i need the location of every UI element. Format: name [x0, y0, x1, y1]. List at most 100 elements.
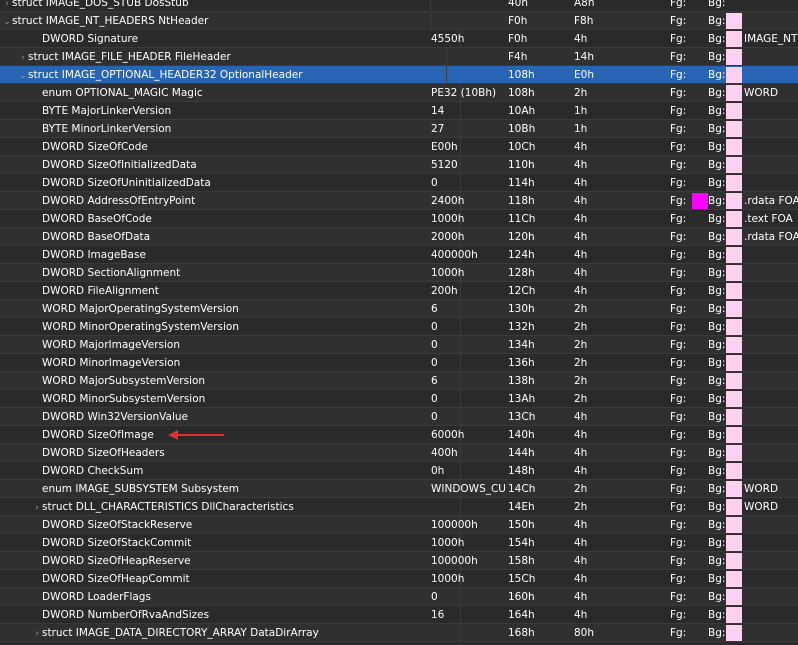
table-row[interactable]: WORD MinorSubsystemVersion 0 13Ah 2h Fg: Bg:: [0, 390, 798, 408]
field-name: DWORD Signature: [42, 33, 139, 45]
table-row[interactable]: WORD MajorSubsystemVersion 6 138h 2h Fg: Bg:: [0, 372, 798, 390]
table-row[interactable]: DWORD NumberOfRvaAndSizes 16 164h 4h Fg: Bg:: [0, 606, 798, 624]
bg-color-swatch[interactable]: [726, 283, 742, 299]
bg-color-swatch[interactable]: [726, 625, 742, 641]
chevron-right-icon[interactable]: ›: [32, 625, 42, 642]
start-cell: 14Eh: [508, 501, 535, 513]
chevron-down-icon[interactable]: ⌄: [18, 67, 28, 84]
bg-color-swatch[interactable]: [726, 49, 742, 65]
table-row[interactable]: DWORD SectionAlignment 1000h 128h 4h Fg: Bg:: [0, 264, 798, 282]
bg-color-swatch[interactable]: [726, 319, 742, 335]
bg-color-swatch[interactable]: [726, 13, 742, 29]
bg-color-swatch[interactable]: [726, 463, 742, 479]
chevron-right-icon[interactable]: ›: [2, 0, 12, 12]
bg-color-swatch[interactable]: [726, 175, 742, 191]
bg-color-swatch[interactable]: [726, 481, 742, 497]
bg-color-swatch[interactable]: [726, 157, 742, 173]
size-cell: 2h: [574, 339, 588, 351]
table-row[interactable]: DWORD Signature 4550h F0h 4h Fg: Bg: IMAGE_NT: [0, 30, 798, 48]
start-cell: 12Ch: [508, 285, 536, 297]
fg-color-swatch[interactable]: [692, 193, 708, 209]
table-row[interactable]: DWORD SizeOfCode E00h 10Ch 4h Fg: Bg:: [0, 138, 798, 156]
table-row[interactable]: DWORD SizeOfStackCommit 1000h 154h 4h Fg: Bg:: [0, 534, 798, 552]
fg-label: Fg:: [670, 483, 687, 495]
bg-label: Bg:: [708, 105, 726, 117]
table-row[interactable]: › struct IMAGE_DOS_STUB DosStub 40h A8h Fg: B…: [0, 0, 798, 12]
table-row[interactable]: DWORD SizeOfInitializedData 5120 110h 4h Fg:…: [0, 156, 798, 174]
size-cell: 4h: [574, 141, 588, 153]
bg-color-swatch[interactable]: [726, 265, 742, 281]
bg-color-swatch[interactable]: [726, 85, 742, 101]
bg-color-swatch[interactable]: [726, 373, 742, 389]
color-cell: Fg: Bg:: [670, 462, 798, 480]
field-name: DWORD ImageBase: [42, 249, 146, 261]
bg-color-swatch[interactable]: [726, 67, 742, 83]
table-row[interactable]: ⌄struct IMAGE_OPTIONAL_HEADER32 Optional…: [0, 66, 798, 84]
color-cell: Fg: Bg: .text FOA: [670, 210, 798, 228]
table-row[interactable]: DWORD SizeOfHeapCommit 1000h 15Ch 4h Fg: Bg:: [0, 570, 798, 588]
bg-color-swatch[interactable]: [726, 445, 742, 461]
bg-color-swatch[interactable]: [726, 229, 742, 245]
name-cell: DWORD Win32VersionValue: [0, 408, 461, 426]
bg-color-swatch[interactable]: [726, 409, 742, 425]
bg-color-swatch[interactable]: [726, 427, 742, 443]
bg-color-swatch[interactable]: [726, 355, 742, 371]
bg-color-swatch[interactable]: [726, 247, 742, 263]
chevron-down-icon[interactable]: ⌄: [2, 13, 12, 30]
table-row[interactable]: WORD MinorOperatingSystemVersion 0 132h 2h F…: [0, 318, 798, 336]
fg-label: Fg:: [670, 321, 687, 333]
table-row[interactable]: WORD MajorImageVersion 0 134h 2h Fg: Bg:: [0, 336, 798, 354]
table-row[interactable]: BYTE MinorLinkerVersion 27 10Bh 1h Fg: Bg:: [0, 120, 798, 138]
name-cell: DWORD AddressOfEntryPoint: [0, 192, 461, 210]
table-row[interactable]: DWORD AddressOfEntryPoint 2400h 118h 4h Fg: B…: [0, 192, 798, 210]
table-row[interactable]: enum IMAGE_SUBSYSTEM Subsystem WINDOWS_CU…: [0, 480, 798, 498]
bg-color-swatch[interactable]: [726, 499, 742, 515]
table-row[interactable]: DWORD ImageBase 400000h 124h 4h Fg: Bg:: [0, 246, 798, 264]
bg-color-swatch[interactable]: [726, 391, 742, 407]
chevron-right-icon[interactable]: ›: [32, 499, 42, 516]
table-row[interactable]: › struct IMAGE_DATA_DIRECTORY_ARRAY DataD…: [0, 624, 798, 642]
table-row[interactable]: WORD MajorOperatingSystemVersion 6 130h 2h F…: [0, 300, 798, 318]
table-row[interactable]: DWORD LoaderFlags 0 160h 4h Fg: Bg:: [0, 588, 798, 606]
bg-color-swatch[interactable]: [726, 535, 742, 551]
table-row[interactable]: DWORD BaseOfCode 1000h 11Ch 4h Fg: Bg: .text F…: [0, 210, 798, 228]
value-cell: 400h: [431, 447, 458, 459]
annotation-arrow-head: [168, 430, 178, 440]
bg-color-swatch[interactable]: [726, 121, 742, 137]
table-row[interactable]: DWORD BaseOfData 2000h 120h 4h Fg: Bg: .rdata …: [0, 228, 798, 246]
table-row[interactable]: DWORD Win32VersionValue 0 13Ch 4h Fg: Bg:: [0, 408, 798, 426]
bg-color-swatch[interactable]: [726, 193, 742, 209]
fg-label: Fg:: [670, 105, 687, 117]
table-row[interactable]: DWORD SizeOfImage 6000h 140h 4h Fg: Bg:: [0, 426, 798, 444]
bg-color-swatch[interactable]: [726, 607, 742, 623]
bg-color-swatch[interactable]: [726, 337, 742, 353]
bg-color-swatch[interactable]: [726, 139, 742, 155]
chevron-right-icon[interactable]: ›: [18, 49, 28, 66]
table-row[interactable]: ⌄struct IMAGE_NT_HEADERS NtHeader F0h F8h F…: [0, 12, 798, 30]
size-cell: 4h: [574, 213, 588, 225]
table-row[interactable]: › struct IMAGE_FILE_HEADER FileHeader F4h 1…: [0, 48, 798, 66]
table-row[interactable]: DWORD SizeOfHeaders 400h 144h 4h Fg: Bg:: [0, 444, 798, 462]
table-row[interactable]: DWORD FileAlignment 200h 12Ch 4h Fg: Bg:: [0, 282, 798, 300]
table-row[interactable]: DWORD SizeOfUninitializedData 0 114h 4h Fg: B…: [0, 174, 798, 192]
bg-label: Bg:: [708, 87, 726, 99]
table-row[interactable]: DWORD CheckSum 0h 148h 4h Fg: Bg:: [0, 462, 798, 480]
field-name: DWORD SizeOfStackReserve: [42, 519, 193, 531]
table-row[interactable]: DWORD SizeOfStackReserve 100000h 150h 4h Fg:…: [0, 516, 798, 534]
bg-color-swatch[interactable]: [726, 571, 742, 587]
field-name: WORD MinorOperatingSystemVersion: [42, 321, 239, 333]
bg-color-swatch[interactable]: [726, 103, 742, 119]
bg-color-swatch[interactable]: [726, 589, 742, 605]
bg-color-swatch[interactable]: [726, 301, 742, 317]
table-row[interactable]: BYTE MajorLinkerVersion 14 10Ah 1h Fg: Bg:: [0, 102, 798, 120]
table-row[interactable]: WORD MinorImageVersion 0 136h 2h Fg: Bg:: [0, 354, 798, 372]
table-row[interactable]: enum OPTIONAL_MAGIC Magic PE32 (10Bh) 108h…: [0, 84, 798, 102]
name-cell: DWORD SectionAlignment: [0, 264, 461, 282]
bg-color-swatch[interactable]: [726, 517, 742, 533]
table-row[interactable]: DWORD SizeOfHeapReserve 100000h 158h 4h Fg: B…: [0, 552, 798, 570]
value-cell: 0: [431, 177, 438, 189]
bg-color-swatch[interactable]: [726, 31, 742, 47]
bg-color-swatch[interactable]: [726, 553, 742, 569]
table-row[interactable]: › struct DLL_CHARACTERISTICS DllCharacter…: [0, 498, 798, 516]
bg-color-swatch[interactable]: [726, 211, 742, 227]
